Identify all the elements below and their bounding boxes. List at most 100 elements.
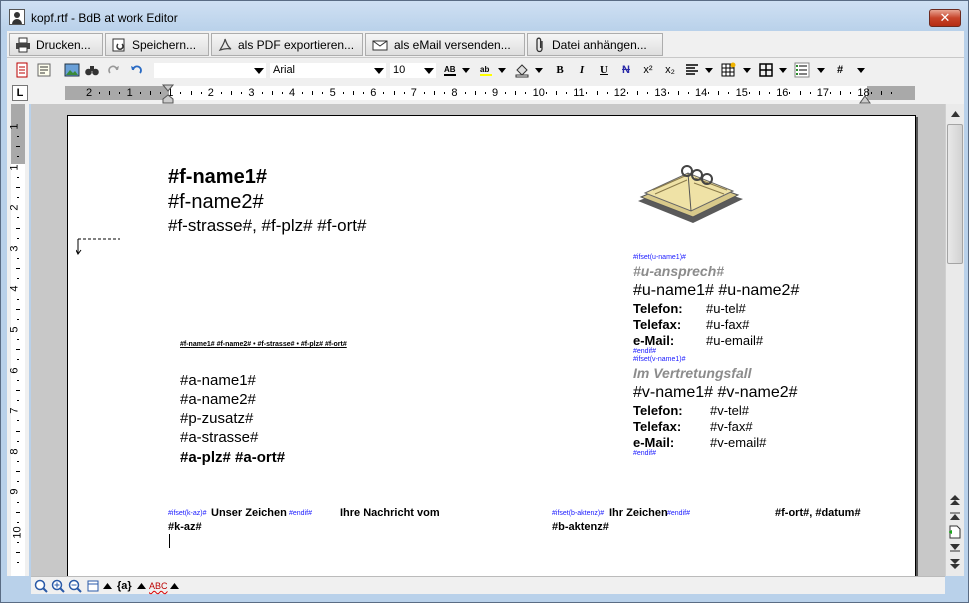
zoom-out-icon[interactable]: [68, 578, 82, 594]
page-layout-icon[interactable]: [13, 61, 31, 79]
ruler-tick: [423, 92, 425, 94]
find-binoculars-icon[interactable]: [83, 61, 101, 79]
ifset-u-marker: #ifset(u-name1)#: [633, 254, 686, 261]
send-email-label: als eMail versenden...: [394, 37, 511, 52]
text-properties-icon[interactable]: [35, 61, 53, 79]
undo-icon[interactable]: [127, 61, 145, 79]
title-bar: kopf.rtf - BdB at work Editor ✕: [1, 1, 968, 31]
align-dropdown-icon[interactable]: [705, 68, 713, 73]
highlight-dropdown-icon[interactable]: [498, 68, 506, 73]
next-page-button[interactable]: [947, 556, 963, 571]
style-select[interactable]: [153, 62, 267, 79]
sender-line: #f-name1# #f-name2# • #f-strasse# • #f-p…: [180, 341, 347, 348]
export-pdf-label: als PDF exportieren...: [238, 37, 355, 52]
ruler-number: 6: [370, 87, 377, 99]
attach-file-button[interactable]: Datei anhängen...: [527, 33, 663, 56]
double-down-icon: [950, 558, 960, 569]
field-codes-button[interactable]: {a}: [117, 578, 132, 594]
vertical-scrollbar[interactable]: [945, 104, 964, 576]
strikethrough-button[interactable]: N: [617, 61, 635, 79]
borders-dropdown-icon[interactable]: [779, 68, 787, 73]
list-dropdown-icon[interactable]: [817, 68, 825, 73]
fill-bucket-icon[interactable]: [513, 61, 531, 79]
page-view-button[interactable]: [947, 524, 963, 539]
ruler-tick: [434, 91, 436, 95]
vertical-ruler-tick: [17, 420, 19, 422]
scroll-thumb[interactable]: [947, 124, 963, 264]
field-hash-button[interactable]: #: [831, 61, 849, 79]
font-size-select[interactable]: 10: [389, 62, 437, 79]
font-select[interactable]: Arial: [269, 62, 387, 79]
u-names-field: #u-name1# #u-name2#: [633, 282, 800, 299]
indent-marker-icon[interactable]: [162, 84, 174, 104]
email-icon: [372, 40, 388, 50]
ruler-tick: [606, 92, 608, 94]
page-up-button[interactable]: [947, 508, 963, 523]
vertical-ruler-tick: [16, 511, 20, 513]
page-setup-icon[interactable]: [86, 578, 100, 594]
a-name2-field: #a-name2#: [180, 391, 256, 408]
spell-check-button[interactable]: ABC: [149, 578, 168, 594]
table-dropdown-icon[interactable]: [743, 68, 751, 73]
horizontal-ruler[interactable]: L 2 1 1 2 3 4 5 6 7 8 9 10 11 12 13 14 15 16 17 18: [7, 82, 964, 104]
vertical-ruler-number: 1: [8, 123, 21, 130]
fill-dropdown-icon[interactable]: [535, 68, 543, 73]
ruler-tick: [758, 91, 760, 95]
ruler-number: 9: [492, 87, 499, 99]
tab-selector[interactable]: L: [12, 85, 28, 101]
borders-icon[interactable]: [757, 61, 775, 79]
close-button[interactable]: ✕: [929, 9, 961, 27]
text-color-icon[interactable]: AB: [441, 61, 459, 79]
underline-button[interactable]: U: [595, 61, 613, 79]
redo-icon[interactable]: [105, 61, 123, 79]
k-az-field: #k-az#: [168, 521, 202, 533]
subscript-button[interactable]: x₂: [661, 61, 679, 79]
ruler-tick: [352, 91, 354, 95]
page-down-button[interactable]: [947, 540, 963, 555]
right-indent-marker-icon[interactable]: [859, 94, 871, 104]
ruler-tick: [220, 92, 222, 94]
highlight-color-icon[interactable]: ab: [477, 61, 495, 79]
insert-image-icon[interactable]: [63, 61, 81, 79]
zoom-icon[interactable]: [34, 578, 48, 594]
ruler-tick: [149, 91, 151, 95]
document-page[interactable]: #f-name1# #f-name2# #f-strasse#, #f-plz#…: [67, 115, 916, 576]
save-button[interactable]: Speichern...: [105, 33, 209, 56]
superscript-button[interactable]: x²: [639, 61, 657, 79]
ruler-tick: [769, 92, 771, 94]
align-left-icon[interactable]: [683, 61, 701, 79]
u-ansprech-field: #u-ansprech#: [633, 263, 725, 279]
scroll-up-button[interactable]: [947, 106, 963, 121]
text-color-dropdown-icon[interactable]: [462, 68, 470, 73]
vertical-ruler-number: 10: [11, 526, 24, 539]
ruler-tick: [139, 92, 141, 94]
p-zusatz-field: #p-zusatz#: [180, 410, 254, 427]
chevron-down-icon: [254, 68, 264, 74]
italic-button[interactable]: I: [573, 61, 591, 79]
vertical-ruler-tick: [16, 389, 20, 391]
vertical-ruler[interactable]: 1 1 2 3 4 5 6 7 8 9 10: [7, 104, 29, 576]
ruler-tick: [890, 92, 892, 94]
print-button[interactable]: Drucken...: [9, 33, 103, 56]
status-up-arrow-icon-3[interactable]: [170, 578, 179, 594]
vertical-ruler-tick: [16, 186, 20, 188]
vertical-ruler-tick: [17, 136, 19, 138]
status-up-arrow-icon-2[interactable]: [137, 578, 146, 594]
ruler-number: 7: [410, 87, 417, 99]
list-icon[interactable]: [793, 61, 811, 79]
send-email-button[interactable]: als eMail versenden...: [365, 33, 525, 56]
bold-button[interactable]: B: [551, 61, 569, 79]
field-dropdown-icon[interactable]: [857, 68, 865, 73]
action-toolbar: Drucken... Speichern... als PDF exportie…: [7, 31, 964, 58]
ruler-number: 16: [776, 87, 789, 99]
export-pdf-button[interactable]: als PDF exportieren...: [211, 33, 363, 56]
status-up-arrow-icon[interactable]: [103, 578, 112, 594]
ruler-number: 5: [329, 87, 336, 99]
document-area[interactable]: #f-name1# #f-name2# #f-strasse#, #f-plz#…: [31, 104, 945, 576]
vertical-ruler-number: 5: [8, 326, 21, 333]
vertical-ruler-tick: [16, 471, 20, 473]
zoom-in-icon[interactable]: [51, 578, 65, 594]
insert-table-icon[interactable]: [719, 61, 737, 79]
prev-page-button[interactable]: [947, 492, 963, 507]
ruler-tick: [555, 91, 557, 95]
